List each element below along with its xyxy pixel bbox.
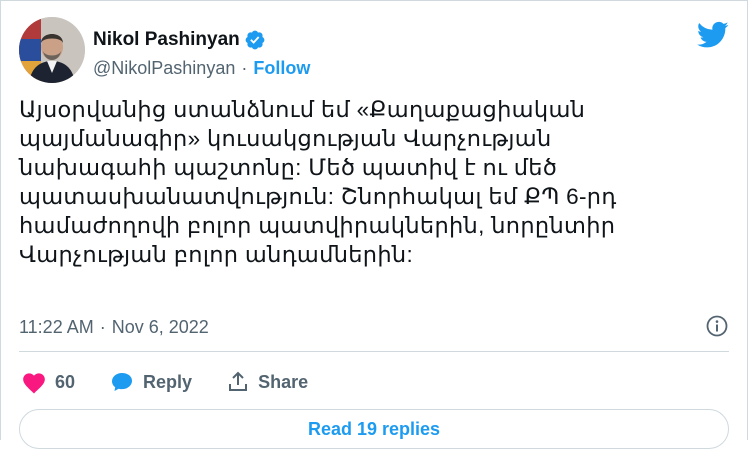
tweet-date[interactable]: Nov 6, 2022 — [112, 317, 209, 338]
handle-row: @NikolPashinyan · Follow — [93, 55, 310, 81]
share-label: Share — [258, 371, 309, 392]
heart-icon — [23, 373, 45, 394]
tweet-header: Nikol Pashinyan @NikolPashinyan · Follow — [19, 17, 729, 87]
likes-count: 60 — [55, 371, 76, 392]
share-button[interactable]: Share — [226, 370, 308, 394]
tweet-meta: 11:22 AM · Nov 6, 2022 — [19, 314, 729, 340]
name-row: Nikol Pashinyan — [93, 27, 310, 53]
author-handle[interactable]: @NikolPashinyan — [93, 58, 235, 79]
tweet-text: Այսօրվանից ստանձնում եմ «Քաղաքացիական պա… — [19, 97, 617, 267]
avatar-photo — [19, 17, 85, 83]
info-icon[interactable] — [705, 314, 729, 338]
tweet-card: Nikol Pashinyan @NikolPashinyan · Follow… — [0, 0, 748, 449]
reply-button[interactable]: Reply — [109, 370, 192, 394]
avatar[interactable] — [19, 17, 85, 83]
author-info: Nikol Pashinyan @NikolPashinyan · Follow — [93, 27, 310, 81]
tweet-actions: 60 Reply Share — [21, 367, 342, 397]
meta-separator: · — [99, 316, 106, 337]
share-upload-icon — [229, 371, 248, 391]
read-replies-button[interactable]: Read 19 replies — [19, 409, 729, 449]
verified-badge-icon — [244, 29, 266, 51]
handle-separator: · — [241, 57, 248, 78]
tweet-time[interactable]: 11:22 AM — [19, 317, 94, 338]
reply-label: Reply — [143, 371, 193, 392]
divider — [19, 351, 729, 352]
twitter-bird-icon[interactable] — [697, 21, 729, 49]
author-name[interactable]: Nikol Pashinyan — [93, 29, 240, 51]
follow-button[interactable]: Follow — [253, 58, 310, 79]
like-button[interactable]: 60 — [21, 370, 75, 394]
speech-bubble-icon — [112, 373, 133, 391]
